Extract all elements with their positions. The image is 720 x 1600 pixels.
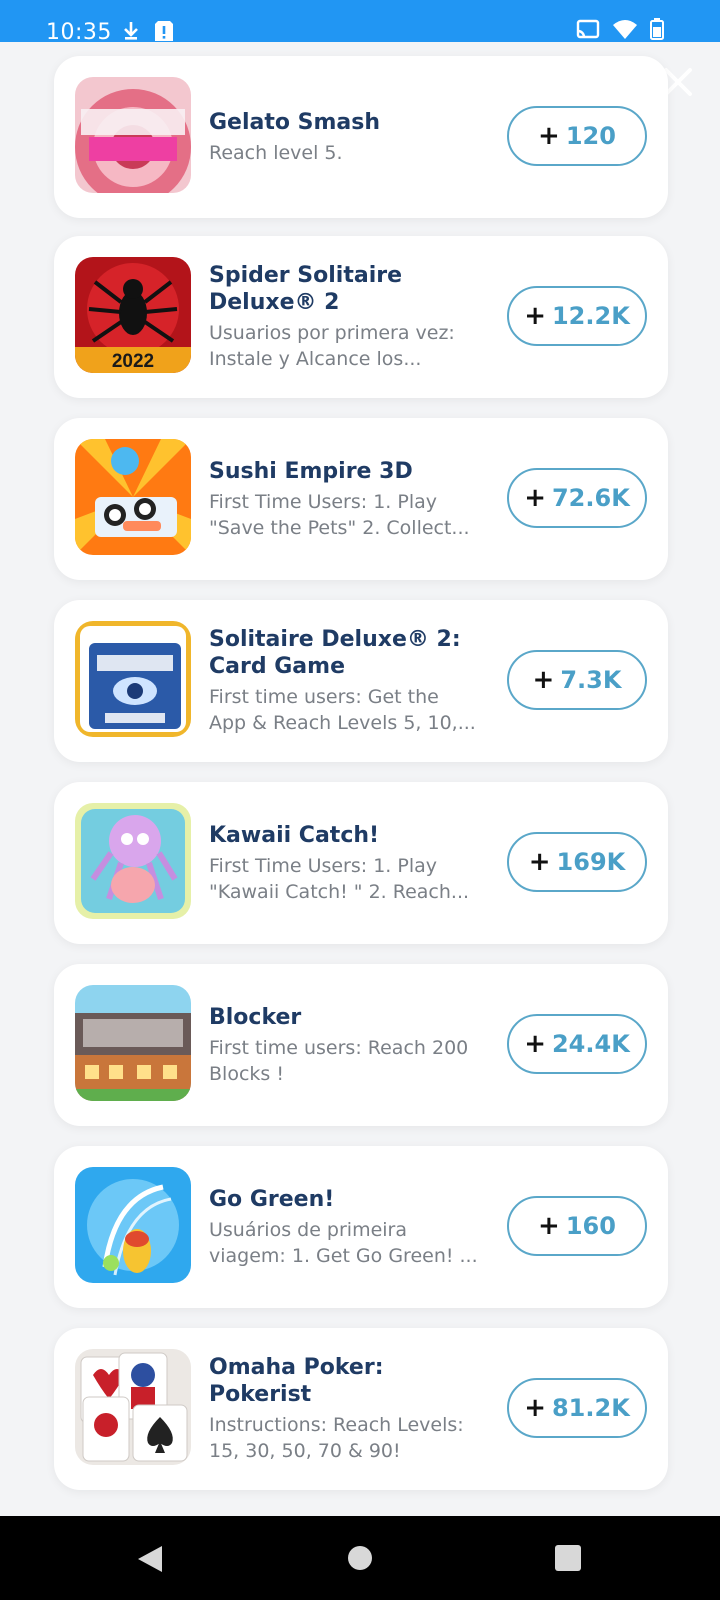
offer-card[interactable]: Go Green! Usuários de primeira viagem: 1… <box>54 1146 668 1308</box>
sushi-empire-icon <box>75 439 191 555</box>
plus-icon: + <box>528 847 551 877</box>
offer-description: First Time Users: 1. Play "Kawaii Catch!… <box>209 854 470 903</box>
battery-icon <box>650 18 664 40</box>
plus-icon: + <box>524 1029 546 1059</box>
offer-title: Omaha Poker: Pokerist <box>209 1355 384 1407</box>
offer-title: Blocker <box>209 1004 302 1030</box>
plus-icon: + <box>524 483 546 513</box>
offer-title: Go Green! <box>209 1186 335 1212</box>
download-icon <box>124 22 138 40</box>
go-green-icon <box>75 1167 191 1283</box>
navigation-bar <box>0 1516 720 1600</box>
reward-value: 169K <box>556 848 626 876</box>
reward-value: 160 <box>565 1212 616 1240</box>
recents-icon[interactable] <box>554 1544 582 1572</box>
plus-icon: + <box>538 121 560 151</box>
home-icon[interactable] <box>347 1545 373 1571</box>
reward-value: 24.4K <box>551 1030 630 1058</box>
reward-button[interactable]: + 12.2K <box>507 286 647 346</box>
offer-title: Spider Solitaire Deluxe® 2 <box>209 263 403 315</box>
reward-button[interactable]: + 120 <box>507 106 647 166</box>
plus-icon: + <box>524 301 546 331</box>
plus-icon: + <box>538 1211 560 1241</box>
offer-card[interactable]: Sushi Empire 3D First Time Users: 1. Pla… <box>54 418 668 580</box>
gelato-smash-icon <box>75 77 191 193</box>
status-time: 10:35 <box>46 20 112 45</box>
solitaire-deluxe-icon <box>75 621 191 737</box>
reward-button[interactable]: + 169K <box>507 832 647 892</box>
offer-card[interactable]: Solitaire Deluxe® 2: Card Game First tim… <box>54 600 668 762</box>
reward-value: 120 <box>565 122 616 150</box>
status-bar: 10:35 <box>0 0 720 45</box>
kawaii-catch-icon <box>75 803 191 919</box>
reward-button[interactable]: + 81.2K <box>507 1378 647 1438</box>
offer-card[interactable]: Gelato Smash Reach level 5. + 120 <box>54 56 668 218</box>
offer-description: First time users: Get the App & Reach Le… <box>209 686 476 734</box>
offer-description: Usuários de primeira viagem: 1. Get Go G… <box>209 1218 478 1267</box>
offer-description: Reach level 5. <box>209 141 343 164</box>
offer-description: First Time Users: 1. Play "Save the Pets… <box>209 490 470 539</box>
back-icon[interactable] <box>136 1544 164 1574</box>
alert-icon <box>155 21 173 41</box>
offer-description: Instructions: Reach Levels: 15, 30, 50, … <box>209 1414 464 1462</box>
offer-card[interactable]: Kawaii Catch! First Time Users: 1. Play … <box>54 782 668 944</box>
reward-value: 7.3K <box>560 666 622 694</box>
reward-button[interactable]: + 7.3K <box>507 650 647 710</box>
offer-title: Solitaire Deluxe® 2: Card Game <box>209 627 461 679</box>
reward-value: 81.2K <box>551 1394 630 1422</box>
plus-icon: + <box>532 665 555 695</box>
reward-button[interactable]: + 160 <box>507 1196 647 1256</box>
omaha-poker-icon <box>75 1349 191 1465</box>
offer-title: Kawaii Catch! <box>209 822 380 848</box>
offer-card[interactable]: 2022 Spider Solitaire Deluxe® 2 Usuarios… <box>54 236 668 398</box>
offer-description: First time users: Reach 200 Blocks ! <box>209 1036 469 1085</box>
spider-solitaire-icon: 2022 <box>75 257 191 373</box>
offer-title: Sushi Empire 3D <box>209 458 413 484</box>
reward-value: 72.6K <box>551 484 630 512</box>
cast-icon <box>576 19 600 39</box>
blocker-icon <box>75 985 191 1101</box>
plus-icon: + <box>524 1393 546 1423</box>
offer-card[interactable]: Blocker First time users: Reach 200 Bloc… <box>54 964 668 1126</box>
offer-title: Gelato Smash <box>209 109 381 135</box>
reward-value: 12.2K <box>551 302 630 330</box>
offer-card[interactable]: Omaha Poker: Pokerist Instructions: Reac… <box>54 1328 668 1490</box>
reward-button[interactable]: + 72.6K <box>507 468 647 528</box>
icon-badge-text: 2022 <box>112 351 154 372</box>
offer-description: Usuarios por primera vez: Instale y Alca… <box>209 322 455 370</box>
reward-button[interactable]: + 24.4K <box>507 1014 647 1074</box>
wifi-icon <box>613 20 637 39</box>
